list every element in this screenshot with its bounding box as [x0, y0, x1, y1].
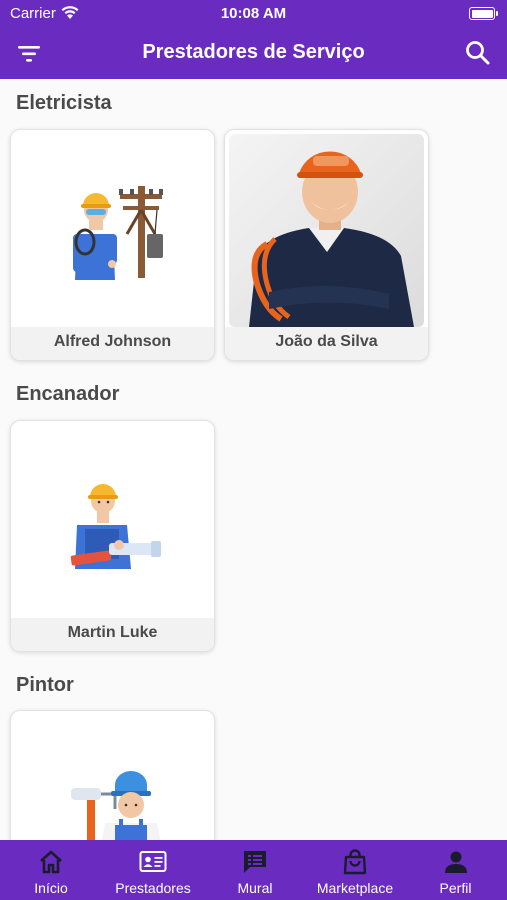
- provider-card-joao-da-silva[interactable]: João da Silva: [224, 129, 429, 361]
- tab-mural[interactable]: Mural: [204, 840, 306, 900]
- tab-label: Marketplace: [316, 880, 394, 896]
- shopping-bag-icon: [343, 849, 367, 875]
- chat-list-icon: [244, 851, 266, 873]
- person-icon: [444, 851, 467, 873]
- battery-icon: [469, 7, 498, 20]
- tab-label: Prestadores: [115, 880, 191, 896]
- section-title-eletricista: Eletricista: [16, 92, 112, 114]
- status-time: 10:08 AM: [220, 5, 287, 22]
- provider-name: Alfred Johnson: [11, 327, 214, 360]
- provider-name: Martin Luke: [11, 618, 214, 651]
- tab-label: Início: [34, 880, 68, 896]
- tab-marketplace[interactable]: Marketplace: [306, 840, 404, 900]
- search-button[interactable]: [463, 38, 493, 68]
- tab-label: Mural: [237, 880, 273, 896]
- provider-card-martin-luke[interactable]: Martin Luke: [10, 420, 215, 652]
- provider-avatar: [15, 134, 210, 327]
- provider-avatar: [229, 134, 424, 327]
- provider-avatar: [15, 425, 210, 618]
- section-title-pintor: Pintor: [16, 674, 74, 696]
- tab-perfil[interactable]: Perfil: [404, 840, 507, 900]
- search-icon: [466, 41, 490, 65]
- section-title-encanador: Encanador: [16, 383, 120, 405]
- electrician-illustration: [73, 186, 163, 280]
- app-bar: Prestadores de Serviço: [0, 28, 507, 79]
- provider-card-alfred-johnson[interactable]: Alfred Johnson: [10, 129, 215, 361]
- provider-card-pintor[interactable]: [10, 710, 215, 840]
- provider-name: João da Silva: [225, 327, 428, 360]
- providers-list[interactable]: Eletricista Alfred Johnson João da Silva…: [0, 79, 507, 840]
- tab-prestadores[interactable]: Prestadores: [102, 840, 204, 900]
- home-icon: [40, 850, 62, 874]
- provider-avatar: [15, 715, 210, 840]
- id-card-icon: [139, 851, 167, 872]
- provider-photo: [229, 134, 424, 327]
- status-bar: Carrier 10:08 AM: [0, 0, 507, 28]
- page-title: Prestadores de Serviço: [142, 41, 365, 63]
- plumber-illustration: [70, 484, 161, 569]
- tab-inicio[interactable]: Início: [0, 840, 102, 900]
- tab-label: Perfil: [439, 880, 472, 896]
- bottom-tab-bar: Início Prestadores Mural Marketplace Per…: [0, 840, 507, 900]
- painter-illustration: [71, 771, 161, 840]
